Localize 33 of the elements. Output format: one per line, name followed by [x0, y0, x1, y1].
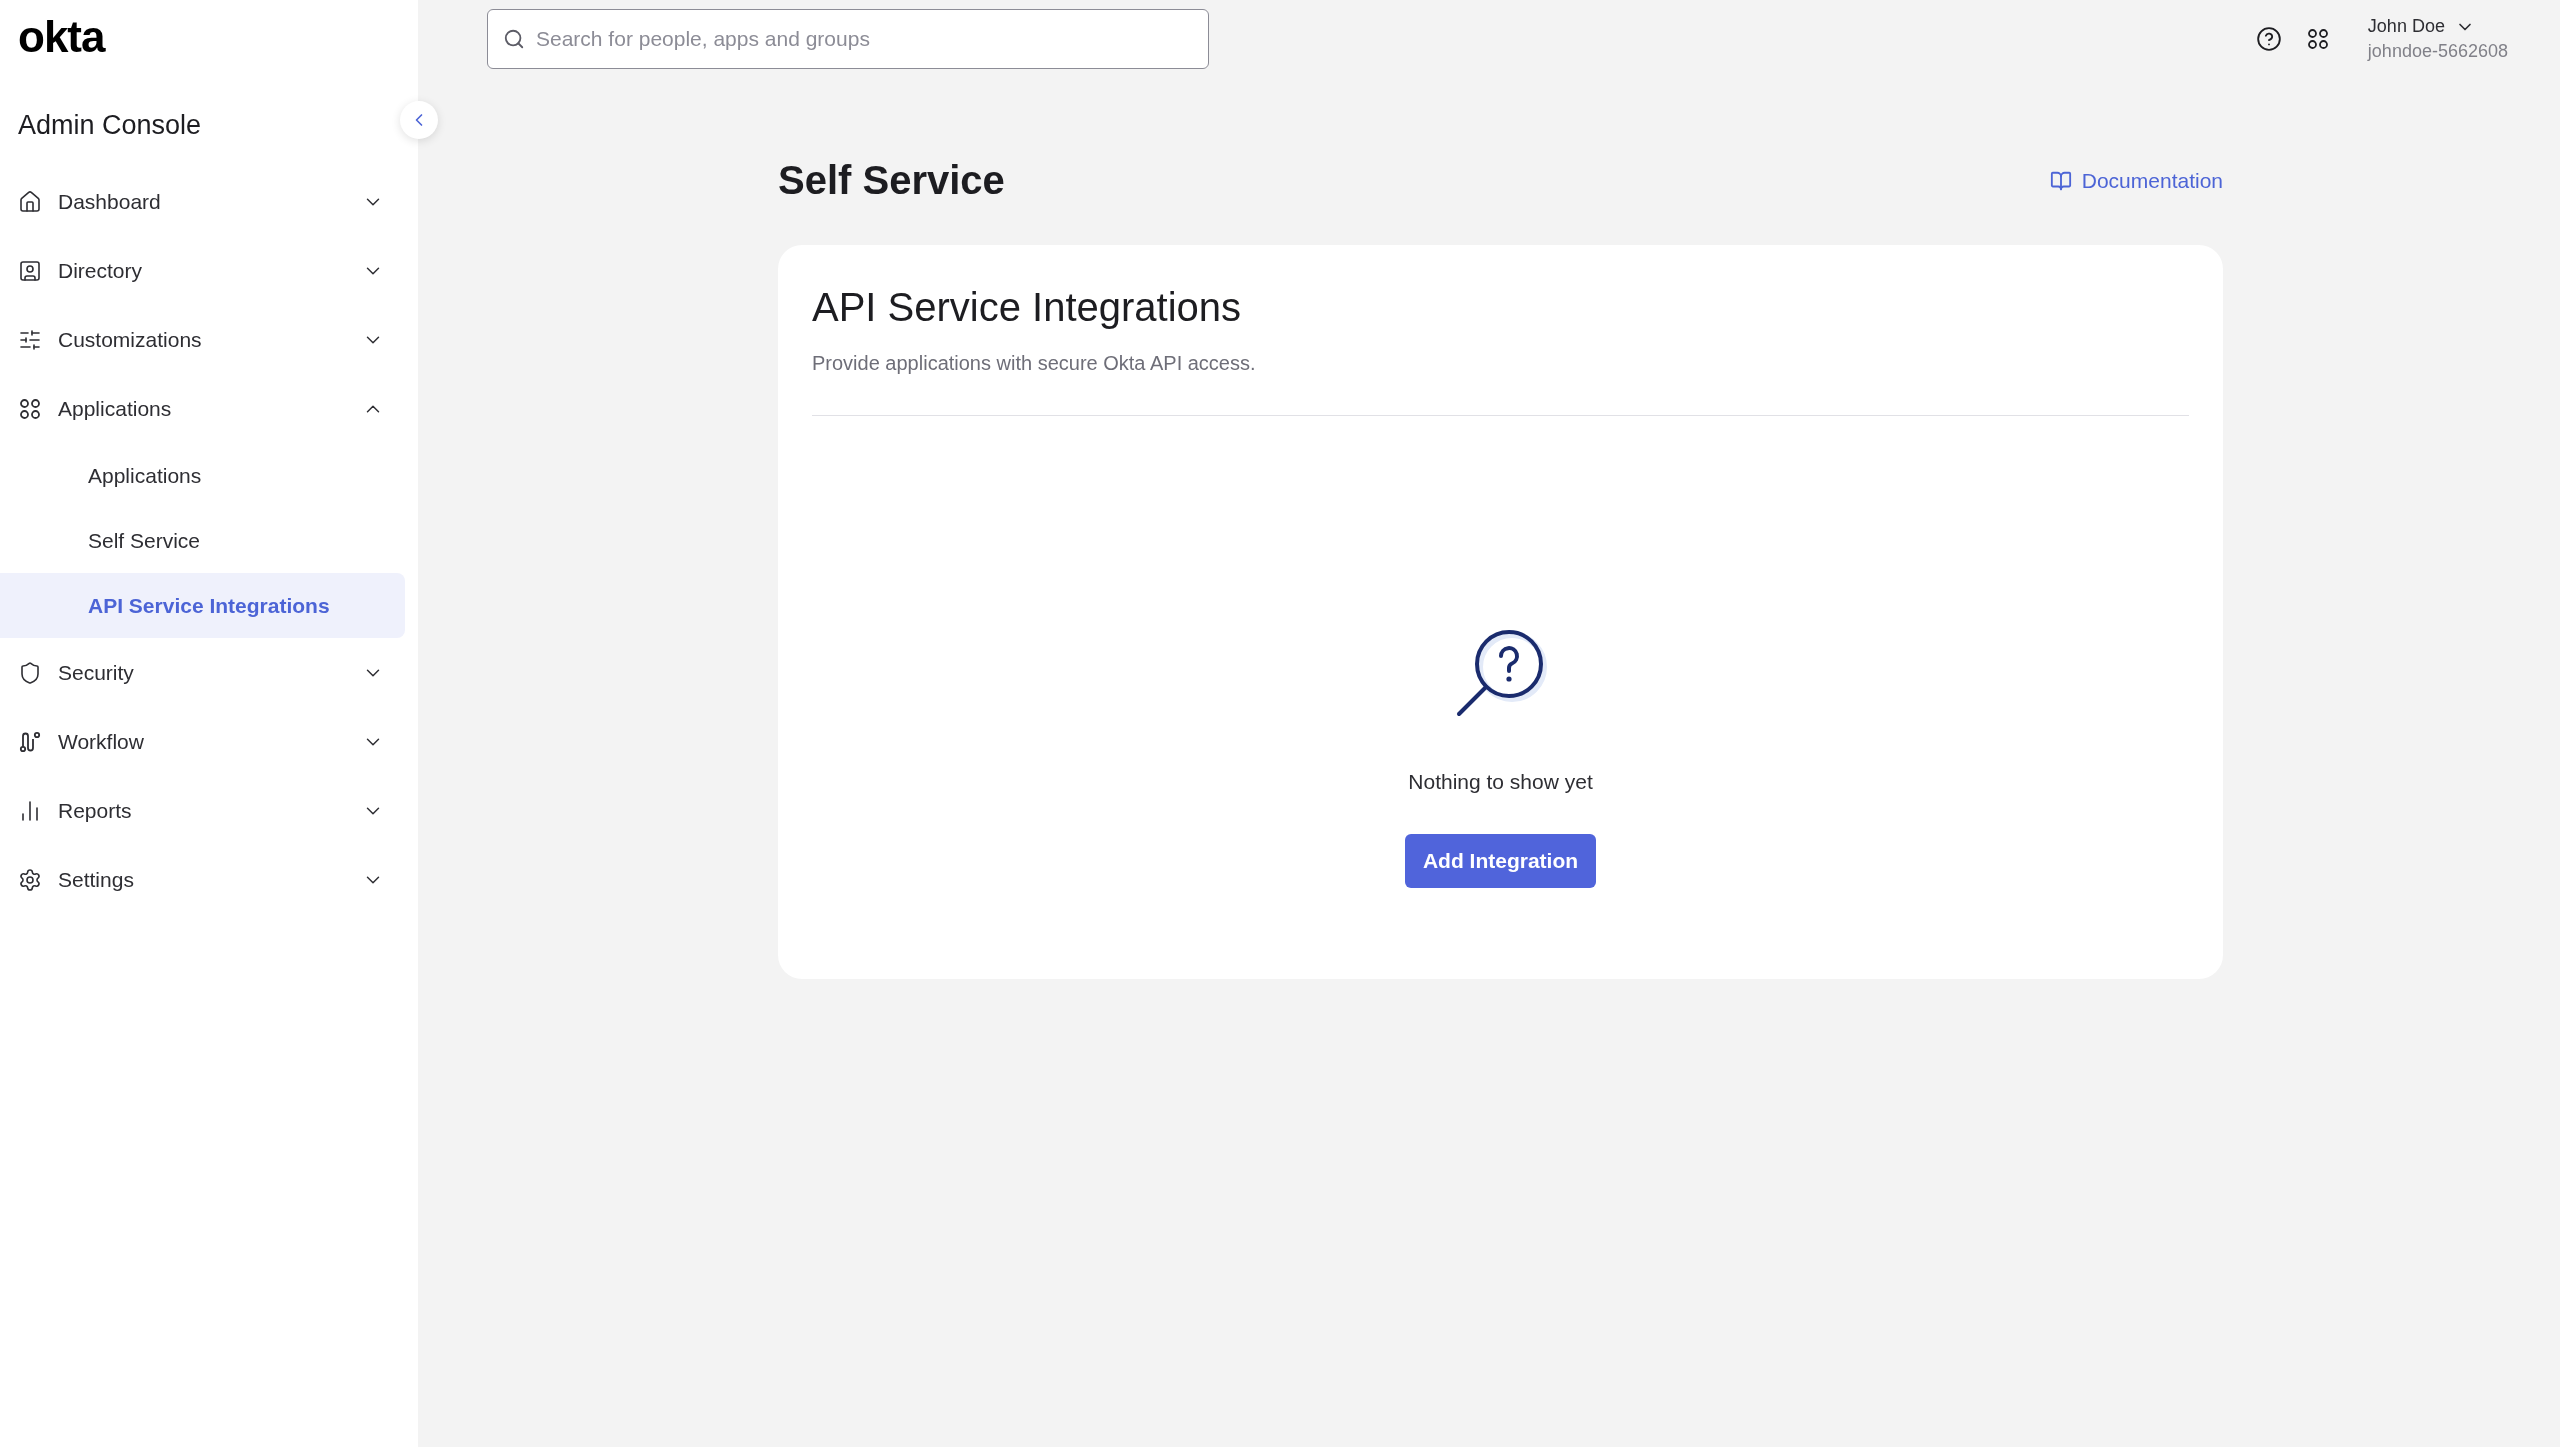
documentation-link[interactable]: Documentation	[2049, 168, 2223, 193]
org-name: johndoe-5662608	[2367, 41, 2508, 62]
sidebar-title: Admin Console	[17, 109, 203, 142]
nav-subitem[interactable]: API Service Integrations	[0, 573, 405, 638]
search-icon	[503, 28, 525, 50]
four-circles-icon	[18, 396, 42, 421]
home-icon	[18, 189, 42, 214]
nav-item[interactable]: Applications	[58, 396, 362, 421]
shield-icon	[18, 660, 42, 685]
nav-item[interactable]: Directory	[58, 258, 362, 283]
book-icon	[2049, 169, 2072, 192]
empty-state-text: Nothing to show yet	[1408, 770, 1593, 794]
nav-item[interactable]: Customizations	[58, 327, 362, 352]
nav-item[interactable]: Dashboard	[58, 189, 362, 214]
nav-subitem[interactable]: Applications	[0, 443, 405, 508]
workflow-icon	[18, 729, 42, 754]
four-circles-icon[interactable]	[2305, 27, 2330, 51]
nav-subitem[interactable]: Self Service	[0, 508, 405, 573]
page-title: Self Service	[778, 158, 1005, 203]
nav-item[interactable]: Security	[58, 660, 362, 685]
add-integration-button[interactable]: Add Integration	[1404, 834, 1597, 888]
nav-item[interactable]: Reports	[58, 798, 362, 823]
card-title: API Service Integrations	[812, 285, 1243, 330]
nav-item[interactable]: Workflow	[58, 729, 362, 754]
search-field[interactable]: Search for people, apps and groups	[487, 9, 1209, 69]
logo: okta	[17, 11, 107, 62]
sliders-icon	[18, 327, 42, 352]
nav-item[interactable]: Settings	[58, 867, 362, 892]
settings-icon	[18, 867, 42, 892]
user-name[interactable]: John Doe	[2367, 16, 2445, 37]
card-subtitle: Provide applications with secure Okta API access.	[812, 352, 1257, 375]
contact-card-icon	[18, 258, 42, 283]
help-icon[interactable]	[2255, 26, 2282, 52]
